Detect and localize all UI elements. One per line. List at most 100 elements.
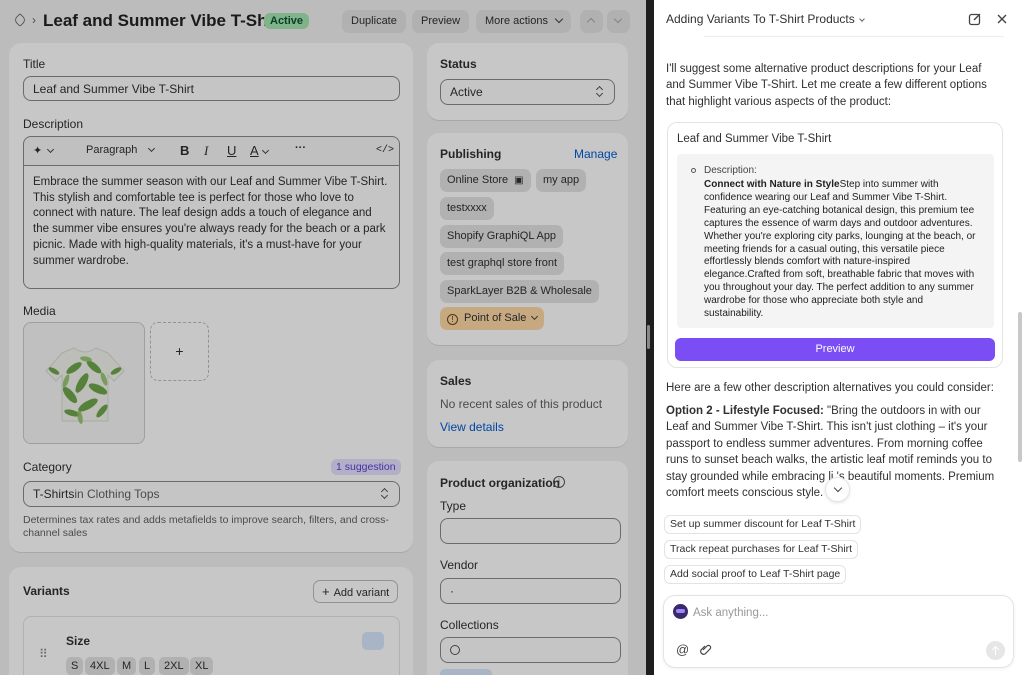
select-arrows-icon bbox=[382, 488, 388, 499]
chat-scrollbar[interactable] bbox=[1018, 312, 1022, 462]
more-actions-button[interactable]: More actions bbox=[476, 10, 571, 33]
category-suggestion-badge[interactable]: 1 suggestion bbox=[331, 459, 401, 475]
code-view-button[interactable]: </> bbox=[376, 145, 394, 156]
suggested-prompt[interactable]: Track repeat purchases for Leaf T-Shirt bbox=[664, 540, 859, 559]
suggested-prompt[interactable]: Add social proof to Leaf T-Shirt page bbox=[664, 565, 847, 584]
new-chat-icon[interactable] bbox=[968, 12, 982, 26]
status-select-value: Active bbox=[450, 85, 483, 99]
collections-label: Collections bbox=[440, 618, 499, 632]
format-select[interactable]: Paragraph bbox=[86, 144, 156, 156]
assistant-header: Adding Variants To T-Shirt Products bbox=[654, 0, 1024, 38]
description-suggestion-label: Description: bbox=[704, 165, 757, 176]
channel-pill: SparkLayer B2B & Wholesale bbox=[440, 280, 599, 303]
alternatives-intro: Here are a few other description alterna… bbox=[666, 382, 994, 394]
title-label: Title bbox=[23, 57, 46, 71]
add-variant-button[interactable]: + Add variant bbox=[313, 580, 399, 603]
panel-divider[interactable] bbox=[646, 0, 654, 675]
category-help-text: Determines tax rates and adds metafields… bbox=[23, 514, 389, 539]
channel-name: Online Store bbox=[447, 174, 509, 186]
resize-handle[interactable] bbox=[647, 325, 650, 349]
rich-text-toolbar: ✦ Paragraph B I U A ··· </> bbox=[23, 136, 400, 165]
chat-composer: @ bbox=[663, 595, 1014, 668]
collection-chip bbox=[440, 669, 492, 675]
size-chip: M bbox=[117, 657, 137, 675]
type-label: Type bbox=[440, 499, 467, 513]
view-sales-details-link[interactable]: View details bbox=[440, 420, 504, 434]
scroll-to-bottom-button[interactable] bbox=[825, 477, 850, 502]
option-2-heading: Option 2 - Lifestyle Focused: bbox=[666, 405, 824, 417]
description-suggestion: Description: Connect with Nature in Styl… bbox=[677, 154, 994, 328]
category-value: T-Shirts bbox=[33, 487, 75, 501]
bold-button[interactable]: B bbox=[180, 143, 189, 158]
mention-icon[interactable]: @ bbox=[676, 642, 689, 657]
vendor-input[interactable]: · bbox=[440, 578, 621, 604]
suggested-prompt[interactable]: Set up summer discount for Leaf T-Shirt bbox=[664, 515, 862, 534]
channel-pill: Online Store ▣ bbox=[440, 169, 531, 192]
title-input[interactable]: Leaf and Summer Vibe T-Shirt bbox=[23, 76, 400, 101]
drag-handle-icon[interactable]: ⠿ bbox=[39, 647, 48, 661]
attach-icon[interactable] bbox=[699, 643, 712, 656]
vendor-value: · bbox=[450, 584, 454, 598]
close-icon[interactable] bbox=[995, 12, 1009, 26]
status-badge: Active bbox=[264, 13, 310, 29]
duplicate-button[interactable]: Duplicate bbox=[342, 10, 406, 33]
collections-search-input[interactable] bbox=[440, 637, 621, 663]
previous-product-button[interactable] bbox=[580, 10, 603, 33]
vendor-label: Vendor bbox=[440, 558, 479, 572]
description-lead: Connect with Nature in Style bbox=[704, 179, 840, 190]
search-icon bbox=[450, 645, 460, 655]
header-divider bbox=[704, 36, 1004, 37]
format-select-value: Paragraph bbox=[86, 144, 138, 156]
assistant-avatar bbox=[673, 604, 688, 619]
page-header: › Leaf and Summer Vibe T-Shirt Active Du… bbox=[0, 0, 646, 42]
type-input[interactable] bbox=[440, 518, 621, 544]
preview-button[interactable]: Preview bbox=[412, 10, 470, 33]
underline-button[interactable]: U bbox=[227, 143, 236, 158]
add-media-button[interactable]: + bbox=[150, 322, 209, 381]
category-select[interactable]: T-Shirts in Clothing Tops bbox=[23, 481, 400, 507]
assistant-panel: Adding Variants To T-Shirt Products I'll… bbox=[654, 0, 1024, 675]
leaf-tshirt-image bbox=[45, 347, 125, 424]
page-title: Leaf and Summer Vibe T-Shirt bbox=[43, 11, 285, 30]
more-actions-label: More actions bbox=[485, 15, 548, 27]
plus-icon: + bbox=[322, 584, 330, 599]
info-alert-icon: ! bbox=[447, 314, 458, 325]
channel-pill: testxxxx bbox=[440, 197, 494, 220]
preview-suggestion-button[interactable]: Preview bbox=[675, 338, 995, 361]
ask-input[interactable] bbox=[693, 607, 993, 619]
send-button[interactable] bbox=[986, 641, 1005, 660]
category-parent: in Clothing Tops bbox=[74, 487, 160, 501]
point-of-sale-pill[interactable]: ! Point of Sale bbox=[440, 307, 545, 330]
more-formatting-button[interactable]: ··· bbox=[295, 142, 306, 154]
product-preview-card: Leaf and Summer Vibe T-Shirt Description… bbox=[667, 122, 1003, 368]
size-chip: S bbox=[66, 657, 84, 675]
text-color-button[interactable]: A bbox=[250, 143, 269, 158]
status-label: Status bbox=[440, 57, 477, 71]
media-label: Media bbox=[23, 304, 56, 318]
database-icon[interactable] bbox=[362, 632, 384, 650]
description-suggestion-text: Connect with Nature in StyleStep into su… bbox=[704, 179, 984, 321]
ai-sparkle-icon[interactable]: ✦ bbox=[33, 144, 55, 157]
option-name: Size bbox=[66, 634, 91, 648]
channel-pill: test graphql store front bbox=[440, 252, 565, 275]
size-chip: 4XL bbox=[85, 657, 115, 675]
product-image[interactable] bbox=[23, 322, 145, 444]
conversation-title-select[interactable]: Adding Variants To T-Shirt Products bbox=[666, 12, 865, 26]
assistant-intro-message: I'll suggest some alternative product de… bbox=[666, 63, 987, 108]
description-label: Description bbox=[23, 117, 84, 131]
manage-publishing-link[interactable]: Manage bbox=[574, 147, 617, 161]
channel-name: Point of Sale bbox=[464, 312, 527, 324]
calendar-icon: ▣ bbox=[514, 175, 524, 186]
title-value: Leaf and Summer Vibe T-Shirt bbox=[33, 81, 194, 96]
description-editor[interactable]: Embrace the summer season with our Leaf … bbox=[23, 165, 400, 289]
bullet-icon bbox=[691, 168, 696, 173]
category-label: Category bbox=[23, 460, 72, 474]
next-product-button[interactable] bbox=[607, 10, 630, 33]
add-variant-label: Add variant bbox=[333, 587, 390, 599]
description-body: Step into summer with confidence wearing… bbox=[704, 179, 976, 320]
info-icon[interactable]: i bbox=[553, 476, 565, 488]
channel-pill: Shopify GraphiQL App bbox=[440, 225, 564, 248]
size-chip: XL bbox=[190, 657, 214, 675]
status-select[interactable]: Active bbox=[440, 79, 615, 105]
italic-button[interactable]: I bbox=[204, 143, 208, 159]
